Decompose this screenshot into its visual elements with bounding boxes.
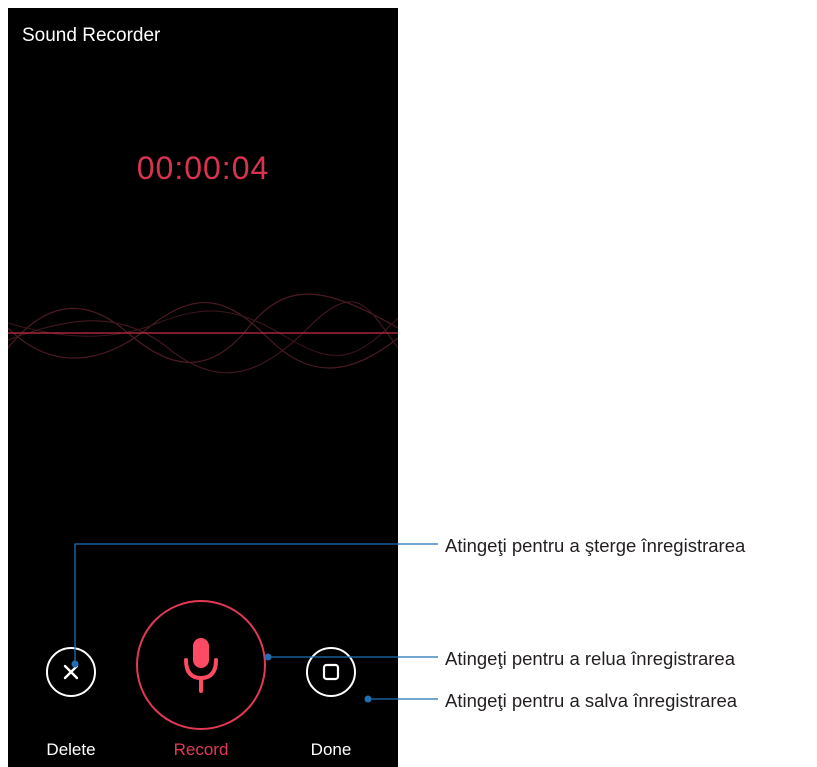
callout-done-text: Atingeţi pentru a salva înregistrarea (445, 690, 738, 711)
callout-record-text: Atingeţi pentru a relua înregistrarea (445, 648, 736, 669)
callout-delete-text: Atingeţi pentru a şterge înregistrarea (445, 535, 746, 556)
